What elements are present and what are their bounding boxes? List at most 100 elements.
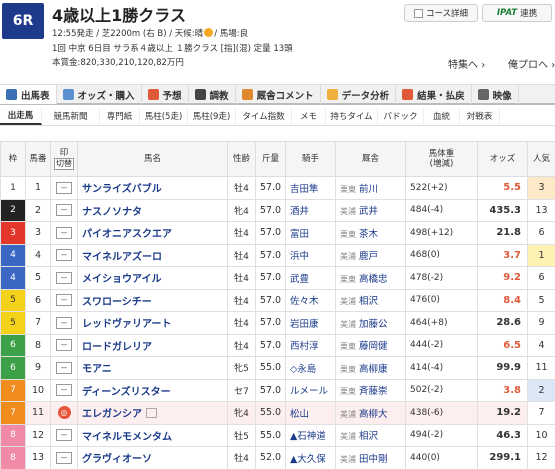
mark-cell[interactable]: -- <box>50 198 78 222</box>
jockey-link[interactable]: 岩田康 <box>285 311 336 335</box>
mark-cell[interactable]: -- <box>50 356 78 380</box>
horse-name[interactable]: グラヴィオーソ <box>77 446 228 469</box>
horse-name-link[interactable]: マイネルアズーロ <box>82 252 162 263</box>
jockey-link[interactable]: 浜中 <box>285 243 336 267</box>
horse-name[interactable]: スワローシチー <box>77 288 228 312</box>
odds-value[interactable]: 5.5 <box>477 176 528 200</box>
jockey-link[interactable]: 吉田隼 <box>285 176 336 200</box>
horse-name[interactable]: ディーンズリスター <box>77 378 228 402</box>
horse-name-link[interactable]: パイオニアスクエア <box>82 229 172 240</box>
subtab-7[interactable]: 持ちタイム <box>326 107 378 125</box>
jockey-link[interactable]: 松山 <box>285 401 336 425</box>
odds-value[interactable]: 435.3 <box>477 198 528 222</box>
trainer-link[interactable]: 藤岡健 <box>359 341 388 352</box>
subtab-8[interactable]: パドック <box>378 107 424 125</box>
jockey-link[interactable]: 佐々木 <box>285 288 336 312</box>
mark-cell[interactable]: -- <box>50 221 78 245</box>
horse-name-link[interactable]: レッドヴァリアート <box>82 319 171 330</box>
horse-name[interactable]: メイショウアイル <box>77 266 228 290</box>
jockey-link[interactable]: ▲大久保 <box>285 446 336 469</box>
horse-name[interactable]: ナスノソナタ <box>77 198 228 222</box>
subtab-2[interactable]: 専門紙 <box>100 107 140 125</box>
horse-name-link[interactable]: グラヴィオーソ <box>82 454 152 465</box>
trainer-link[interactable]: 高橋忠 <box>359 274 388 285</box>
mypro-link[interactable]: 俺プロへ › <box>508 56 555 71</box>
jockey-link[interactable]: 武豊 <box>285 266 336 290</box>
mark-cell[interactable]: -- <box>50 176 78 200</box>
subtab-10[interactable]: 対戦表 <box>460 107 500 125</box>
mark-select[interactable]: -- <box>56 249 72 262</box>
trainer-link[interactable]: 加藤公 <box>359 319 388 330</box>
course-detail-button[interactable]: コース詳細 <box>404 4 478 22</box>
trainer-link[interactable]: 鹿戸 <box>359 251 378 262</box>
tab-7[interactable]: 映像 <box>472 85 519 104</box>
horse-name[interactable]: レッドヴァリアート <box>77 311 228 335</box>
trainer-link[interactable]: 高柳康 <box>359 364 388 375</box>
subtab-9[interactable]: 血統 <box>424 107 460 125</box>
mark-select[interactable]: -- <box>56 451 72 464</box>
tab-1[interactable]: オッズ・購入 <box>57 85 142 104</box>
trainer-link[interactable]: 武井 <box>359 206 378 217</box>
tab-4[interactable]: 厩舎コメント <box>236 85 321 104</box>
tab-3[interactable]: 調教 <box>189 85 236 104</box>
jockey-link[interactable]: ◇永島 <box>285 356 336 380</box>
trainer-link[interactable]: 相沢 <box>359 431 378 442</box>
odds-value[interactable]: 28.6 <box>477 311 528 335</box>
tab-0[interactable]: 出馬表 <box>0 85 57 104</box>
mark-select[interactable]: -- <box>56 429 72 442</box>
horse-name[interactable]: サンライズバブル <box>77 176 228 200</box>
mark-cell[interactable]: -- <box>50 446 78 469</box>
mark-cell[interactable]: -- <box>50 243 78 267</box>
horse-name-link[interactable]: マイネルモメンタム <box>82 432 172 443</box>
tab-5[interactable]: データ分析 <box>321 85 397 104</box>
horse-name-link[interactable]: ナスノソナタ <box>82 207 142 218</box>
subtab-1[interactable]: 競馬新聞 <box>42 107 100 125</box>
jockey-link[interactable]: ルメール <box>285 378 336 402</box>
odds-value[interactable]: 46.3 <box>477 423 528 447</box>
trainer-link[interactable]: 茶木 <box>359 229 378 240</box>
horse-name-link[interactable]: ロードガレリア <box>82 342 152 353</box>
horse-name-link[interactable]: エレガンシア <box>82 409 142 420</box>
horse-name-link[interactable]: サンライズバブル <box>82 184 162 195</box>
horse-name[interactable]: マイネルアズーロ <box>77 243 228 267</box>
mark-toggle-button[interactable]: 切替 <box>54 158 74 171</box>
trainer-link[interactable]: 前川 <box>359 184 378 195</box>
jockey-link[interactable]: 酒井 <box>285 198 336 222</box>
jockey-link[interactable]: ▲石神道 <box>285 423 336 447</box>
mark-cell[interactable]: -- <box>50 288 78 312</box>
trainer-link[interactable]: 田中剛 <box>359 454 388 465</box>
horse-name[interactable]: ロードガレリア <box>77 333 228 357</box>
mark-cell[interactable]: -- <box>50 333 78 357</box>
horse-name[interactable]: エレガンシア <box>77 401 228 425</box>
horse-name[interactable]: モアニ <box>77 356 228 380</box>
odds-value[interactable]: 21.8 <box>477 221 528 245</box>
mark-cell[interactable]: -- <box>50 266 78 290</box>
odds-value[interactable]: 9.2 <box>477 266 528 290</box>
mark-select[interactable]: -- <box>56 294 72 307</box>
trainer-link[interactable]: 相沢 <box>359 296 378 307</box>
odds-value[interactable]: 6.5 <box>477 333 528 357</box>
mark-select[interactable]: -- <box>56 271 72 284</box>
mark-select[interactable]: -- <box>56 204 72 217</box>
odds-value[interactable]: 3.7 <box>477 243 528 267</box>
mark-cell[interactable]: -- <box>50 423 78 447</box>
tab-2[interactable]: 予想 <box>142 85 189 104</box>
mark-select[interactable]: -- <box>56 384 72 397</box>
tab-6[interactable]: 結果・払戻 <box>396 85 472 104</box>
jockey-link[interactable]: 西村淳 <box>285 333 336 357</box>
horse-name-link[interactable]: スワローシチー <box>82 297 152 308</box>
subtab-6[interactable]: メモ <box>292 107 326 125</box>
odds-value[interactable]: 19.2 <box>477 401 528 425</box>
odds-value[interactable]: 3.8 <box>477 378 528 402</box>
mark-cell[interactable]: ◎ <box>50 401 78 425</box>
odds-value[interactable]: 99.9 <box>477 356 528 380</box>
horse-name[interactable]: マイネルモメンタム <box>77 423 228 447</box>
ipat-link-button[interactable]: IPAT 連携 <box>482 4 552 22</box>
subtab-0[interactable]: 出走馬 <box>0 107 42 125</box>
mark-select[interactable]: -- <box>56 181 72 194</box>
mark-select[interactable]: -- <box>56 339 72 352</box>
horse-name-link[interactable]: ディーンズリスター <box>82 387 171 398</box>
col-mark[interactable]: 印切替 <box>50 141 78 177</box>
mark-select[interactable]: -- <box>56 226 72 239</box>
mark-cell[interactable]: -- <box>50 311 78 335</box>
